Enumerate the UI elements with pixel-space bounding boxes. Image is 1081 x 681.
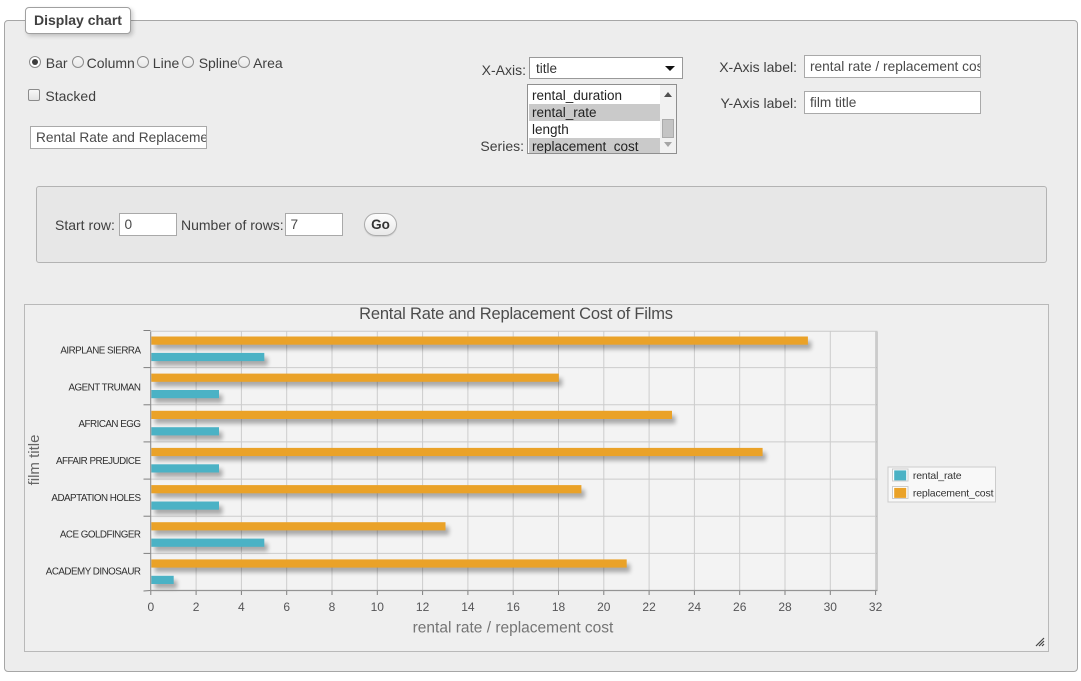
svg-text:20: 20 <box>597 600 611 614</box>
svg-text:AFFAIR PREJUDICE: AFFAIR PREJUDICE <box>56 456 142 467</box>
svg-text:ACE GOLDFINGER: ACE GOLDFINGER <box>60 530 141 541</box>
svg-text:18: 18 <box>552 600 566 614</box>
svg-text:10: 10 <box>371 600 385 614</box>
svg-text:12: 12 <box>416 600 430 614</box>
svg-text:4: 4 <box>238 600 245 614</box>
svg-text:22: 22 <box>642 600 656 614</box>
svg-text:Rental Rate and Replacement Co: Rental Rate and Replacement Cost of Film… <box>359 305 673 323</box>
svg-text:AIRPLANE SIERRA: AIRPLANE SIERRA <box>60 346 141 357</box>
svg-text:AFRICAN EGG: AFRICAN EGG <box>79 419 141 430</box>
svg-text:rental rate / replacement cost: rental rate / replacement cost <box>413 620 614 637</box>
svg-text:2: 2 <box>193 600 200 614</box>
svg-text:ACADEMY DINOSAUR: ACADEMY DINOSAUR <box>46 566 141 577</box>
svg-text:ADAPTATION HOLES: ADAPTATION HOLES <box>51 493 141 504</box>
svg-text:24: 24 <box>688 600 702 614</box>
svg-text:rental_rate: rental_rate <box>913 470 962 482</box>
svg-text:replacement_cost: replacement_cost <box>913 488 994 500</box>
svg-text:16: 16 <box>507 600 521 614</box>
svg-text:28: 28 <box>778 600 792 614</box>
svg-text:8: 8 <box>329 600 336 614</box>
svg-text:AGENT TRUMAN: AGENT TRUMAN <box>68 382 140 393</box>
svg-text:30: 30 <box>824 600 838 614</box>
svg-text:6: 6 <box>283 600 290 614</box>
svg-text:26: 26 <box>733 600 747 614</box>
svg-text:14: 14 <box>461 600 475 614</box>
svg-text:0: 0 <box>147 600 154 614</box>
svg-text:film title: film title <box>26 435 43 486</box>
svg-text:32: 32 <box>869 600 883 614</box>
